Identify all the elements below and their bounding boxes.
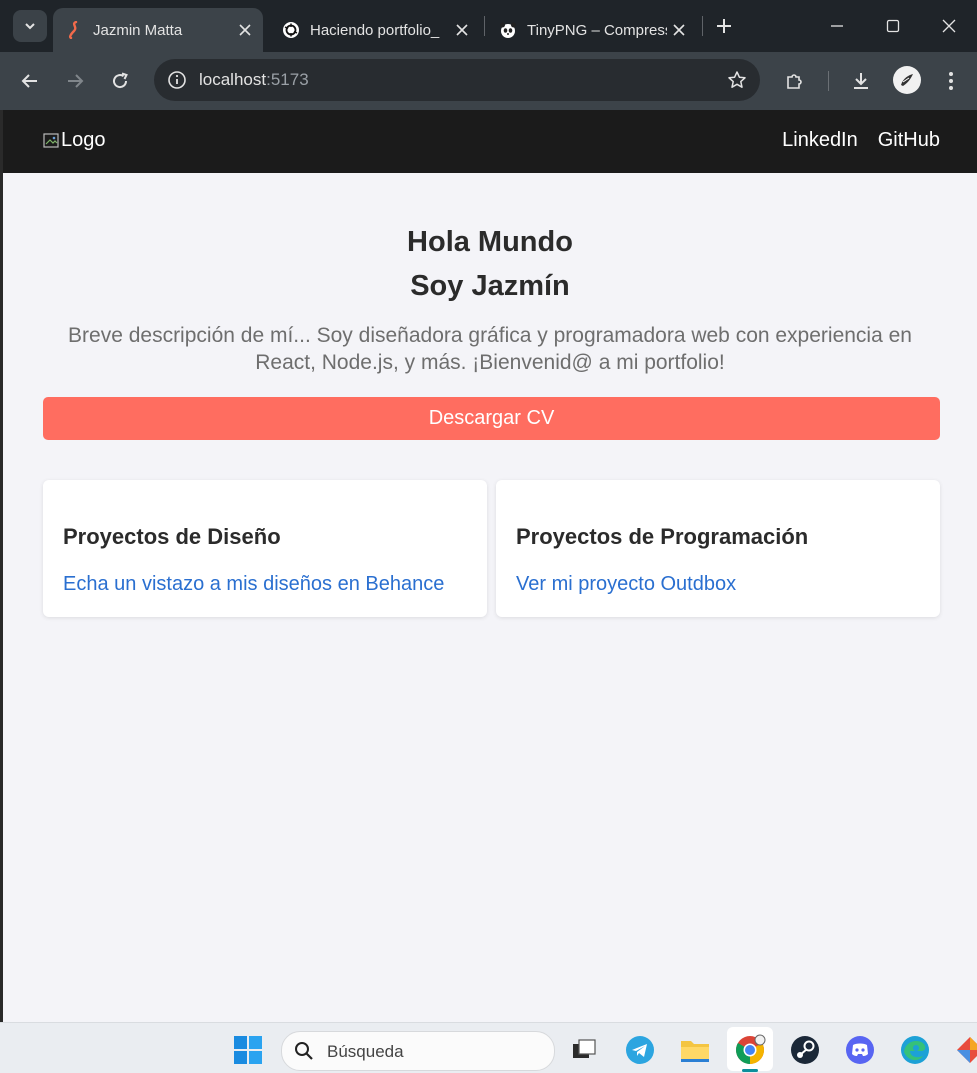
app-diamond-icon[interactable] <box>953 1033 977 1067</box>
tab-title: TinyPNG – Compress <box>527 21 667 39</box>
openai-icon <box>282 21 300 39</box>
tab-separator <box>702 16 703 36</box>
profile-avatar[interactable] <box>893 66 921 94</box>
menu-button[interactable] <box>934 64 968 98</box>
reload-icon <box>113 72 128 89</box>
url-host: localhost <box>199 70 267 89</box>
task-view-icon[interactable] <box>567 1033 601 1067</box>
page-viewport: Logo LinkedIn GitHub Hola Mundo Soy Jazm… <box>3 110 977 1022</box>
tab-tinypng[interactable]: TinyPNG – Compress <box>487 8 697 52</box>
outdbox-link[interactable]: Ver mi proyecto Outdbox <box>516 573 736 596</box>
avatar-icon <box>901 74 913 86</box>
behance-link[interactable]: Echa un vistazo a mis diseños en Behance <box>63 573 444 596</box>
chevron-down-icon <box>25 23 35 30</box>
tab-jazmin-matta[interactable]: Jazmin Matta <box>53 8 263 52</box>
more-vertical-icon <box>949 72 953 90</box>
windows-taskbar: Búsqueda <box>0 1022 977 1073</box>
telegram-icon[interactable] <box>623 1033 657 1067</box>
address-bar[interactable]: localhost:5173 <box>154 59 760 101</box>
chrome-icon[interactable] <box>733 1033 767 1067</box>
tab-title: Haciendo portfolio_ <box>310 21 440 39</box>
new-tab-button[interactable] <box>710 12 738 40</box>
tab-strip: Jazmin Matta Haciendo portfolio_ TinyPNG… <box>0 0 977 52</box>
minimize-icon <box>831 25 843 27</box>
site-logo[interactable]: Logo <box>43 129 106 152</box>
hero-line-2: Soy Jazmín <box>410 270 570 302</box>
j-logo-icon <box>65 21 83 39</box>
taskbar-search-placeholder: Búsqueda <box>327 1042 404 1061</box>
arrow-right-icon <box>68 74 84 88</box>
minimize-button[interactable] <box>809 8 865 44</box>
toolbar-divider <box>828 71 829 91</box>
url-text[interactable]: localhost:5173 <box>199 70 309 90</box>
back-button[interactable] <box>13 64 47 98</box>
close-tab-icon[interactable] <box>233 18 257 42</box>
plus-icon <box>717 19 731 33</box>
steam-icon[interactable] <box>788 1033 822 1067</box>
hero-heading: Hola Mundo Soy Jazmín <box>3 220 977 308</box>
site-info-icon[interactable] <box>164 67 190 93</box>
reload-button[interactable] <box>103 64 137 98</box>
card-design-projects: Proyectos de Diseño Echa un vistazo a mi… <box>43 480 487 617</box>
windows-start-icon[interactable] <box>231 1033 265 1067</box>
search-icon <box>295 1042 313 1060</box>
site-header: Logo LinkedIn GitHub <box>3 110 977 173</box>
panda-icon <box>499 21 517 39</box>
browser-toolbar: localhost:5173 <box>0 52 977 110</box>
card-programming-projects: Proyectos de Programación Ver mi proyect… <box>496 480 940 617</box>
download-icon <box>854 73 868 89</box>
close-tab-icon[interactable] <box>450 18 474 42</box>
logo-alt-text: Logo <box>61 129 106 151</box>
close-icon <box>942 19 956 33</box>
puzzle-icon <box>787 74 802 89</box>
arrow-left-icon <box>21 74 37 88</box>
broken-image-icon <box>43 132 61 150</box>
nav-link-github[interactable]: GitHub <box>878 129 940 152</box>
hero-description: Breve descripción de mí... Soy diseñador… <box>68 324 912 374</box>
site-nav: LinkedIn GitHub <box>782 129 940 152</box>
downloads-button[interactable] <box>844 64 878 98</box>
tab-search-button[interactable] <box>13 10 47 42</box>
tab-title: Jazmin Matta <box>93 21 183 39</box>
discord-icon[interactable] <box>843 1033 877 1067</box>
download-cv-button[interactable]: Descargar CV <box>43 397 940 440</box>
card-title: Proyectos de Programación <box>516 524 809 549</box>
taskbar-search[interactable]: Búsqueda <box>281 1031 555 1071</box>
nav-link-linkedin[interactable]: LinkedIn <box>782 129 858 152</box>
forward-button[interactable] <box>58 64 92 98</box>
hero-line-1: Hola Mundo <box>407 226 573 258</box>
tab-separator <box>484 16 485 36</box>
maximize-icon <box>886 19 900 33</box>
url-port: :5173 <box>266 70 309 89</box>
bookmark-star-icon[interactable] <box>724 67 750 93</box>
tab-haciendo-portfolio[interactable]: Haciendo portfolio_ <box>270 8 480 52</box>
extensions-button[interactable] <box>778 64 812 98</box>
file-explorer-icon[interactable] <box>678 1033 712 1067</box>
close-tab-icon[interactable] <box>667 18 691 42</box>
edge-icon[interactable] <box>898 1033 932 1067</box>
card-title: Proyectos de Diseño <box>63 524 281 549</box>
close-window-button[interactable] <box>921 8 977 44</box>
maximize-button[interactable] <box>865 8 921 44</box>
